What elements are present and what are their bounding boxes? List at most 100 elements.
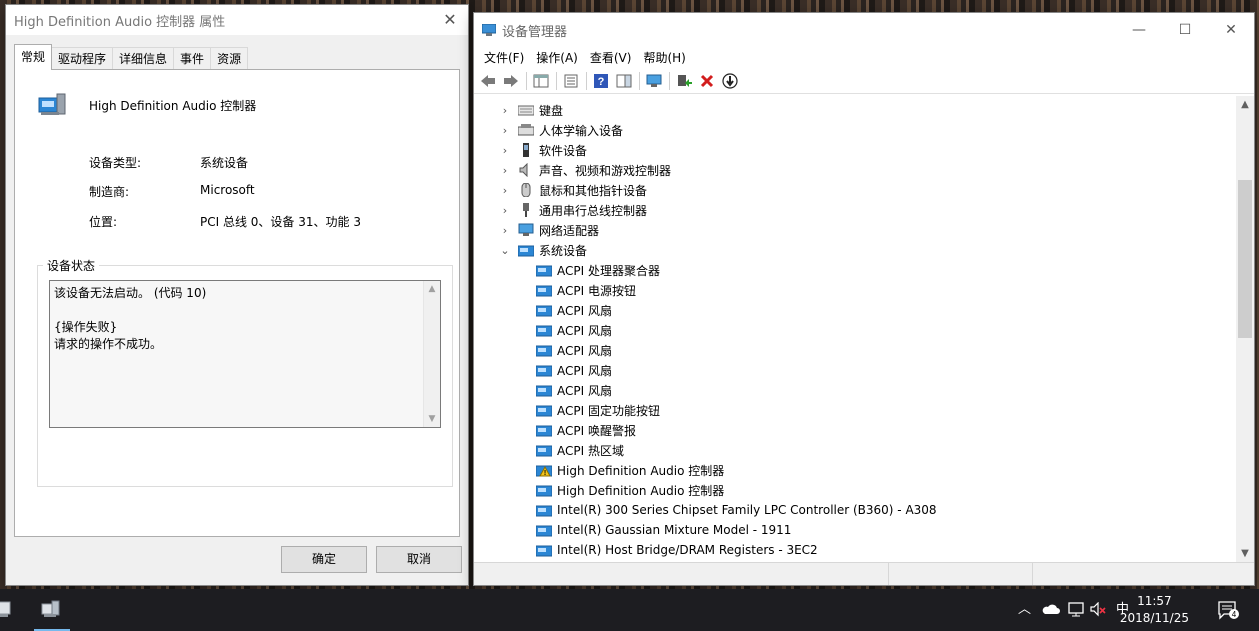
tree-device-item[interactable]: ! High Definition Audio 控制器 <box>535 460 725 480</box>
cancel-button[interactable]: 取消 <box>376 546 462 573</box>
tab-resources[interactable]: 资源 <box>210 47 249 70</box>
tree-device-item[interactable]: ACPI 热区域 <box>535 440 624 460</box>
tree-device-label: ACPI 热区域 <box>557 443 624 458</box>
tree-device-label: ACPI 风扇 <box>557 383 612 398</box>
chevron-right-icon[interactable]: › <box>498 104 512 117</box>
tree-category[interactable]: › 网络适配器 <box>498 220 599 240</box>
forward-arrow-icon[interactable] <box>501 71 521 91</box>
tree-device-label: ACPI 风扇 <box>557 303 612 318</box>
status-scrollbar[interactable]: ▲ ▼ <box>423 281 440 427</box>
menu-view[interactable]: 查看(V) <box>584 48 638 68</box>
keyboard-icon <box>517 103 535 117</box>
device-manager-icon <box>482 24 496 36</box>
disable-device-icon[interactable] <box>720 71 740 91</box>
system-device-icon <box>535 403 553 417</box>
chevron-right-icon[interactable]: › <box>498 184 512 197</box>
tree-device-item[interactable]: ACPI 风扇 <box>535 320 612 340</box>
manager-titlebar[interactable]: 设备管理器 — ☐ ✕ <box>474 13 1254 48</box>
menu-help[interactable]: 帮助(H) <box>637 48 691 68</box>
chevron-right-icon[interactable]: › <box>498 124 512 137</box>
ok-button[interactable]: 确定 <box>281 546 367 573</box>
chevron-right-icon[interactable]: › <box>498 204 512 217</box>
tab-general[interactable]: 常规 <box>14 44 53 70</box>
scan-hardware-icon[interactable] <box>644 71 664 91</box>
back-arrow-icon[interactable] <box>478 71 498 91</box>
tree-device-item[interactable]: ACPI 风扇 <box>535 340 612 360</box>
tree-category-label: 键盘 <box>539 103 564 118</box>
scroll-up-icon[interactable]: ▲ <box>424 281 440 297</box>
system-device-icon <box>535 423 553 437</box>
volume-muted-icon[interactable] <box>1090 602 1108 618</box>
uninstall-device-icon[interactable] <box>697 71 717 91</box>
tree-category-label: 人体学输入设备 <box>539 123 624 138</box>
menu-file[interactable]: 文件(F) <box>478 48 530 68</box>
scroll-up-icon[interactable]: ▲ <box>1236 96 1254 113</box>
tree-device-item[interactable]: ACPI 固定功能按钮 <box>535 400 660 420</box>
chevron-right-icon[interactable]: › <box>498 144 512 157</box>
tree-device-item[interactable]: ACPI 风扇 <box>535 300 612 320</box>
update-driver-icon[interactable] <box>674 71 694 91</box>
tree-device-item[interactable]: ACPI 电源按钮 <box>535 280 636 300</box>
system-device-icon <box>535 363 553 377</box>
tree-device-item[interactable]: Intel(R) Gaussian Mixture Model - 1911 <box>535 520 792 540</box>
device-status-textbox[interactable]: 该设备无法启动。 (代码 10) {操作失败} 请求的操作不成功。 ▲ ▼ <box>49 280 441 428</box>
device-icon[interactable] <box>0 599 16 619</box>
tree-device-item[interactable]: ACPI 风扇 <box>535 360 612 380</box>
tree-category[interactable]: ⌄ 系统设备 <box>498 240 587 260</box>
tab-driver[interactable]: 驱动程序 <box>51 47 114 70</box>
dialog-close-button[interactable]: ✕ <box>440 10 460 30</box>
tree-device-label: High Definition Audio 控制器 <box>557 463 725 478</box>
chevron-right-icon[interactable]: › <box>498 224 512 237</box>
system-device-icon <box>535 303 553 317</box>
onedrive-icon[interactable] <box>1042 602 1060 616</box>
manufacturer-value: Microsoft <box>200 183 255 197</box>
properties-dialog: High Definition Audio 控制器 属性 ✕ 常规 驱动程序 详… <box>6 5 468 585</box>
tree-device-label: ACPI 风扇 <box>557 343 612 358</box>
action-center-icon[interactable]: 4 <box>1218 601 1240 621</box>
tab-details[interactable]: 详细信息 <box>112 47 175 70</box>
show-hide-console-tree-icon[interactable] <box>531 71 551 91</box>
dialog-titlebar[interactable]: High Definition Audio 控制器 属性 ✕ <box>6 5 468 35</box>
tree-scrollbar[interactable]: ▲ ▼ <box>1236 96 1254 562</box>
action-pane-icon[interactable] <box>614 71 634 91</box>
notification-count: 4 <box>1232 610 1237 619</box>
network-icon[interactable] <box>1068 602 1086 618</box>
tree-device-item[interactable]: ACPI 处理器聚合器 <box>535 260 660 280</box>
tree-device-item[interactable]: ACPI 唤醒警报 <box>535 420 636 440</box>
tree-device-item[interactable]: High Definition Audio 控制器 <box>535 480 724 500</box>
tree-device-label: Intel(R) Gaussian Mixture Model - 1911 <box>557 523 792 537</box>
scrollbar-thumb[interactable] <box>1238 180 1252 338</box>
tree-category[interactable]: › 鼠标和其他指针设备 <box>498 180 647 200</box>
system-device-icon <box>535 483 553 497</box>
tree-device-item[interactable]: Intel(R) Host Bridge/DRAM Registers - 3E… <box>535 540 818 560</box>
minimize-button[interactable]: — <box>1116 13 1162 48</box>
tree-device-item[interactable]: Intel(R) 300 Series Chipset Family LPC C… <box>535 500 937 520</box>
tree-category[interactable]: › 键盘 <box>498 100 563 120</box>
chevron-right-icon[interactable]: › <box>498 164 512 177</box>
tree-device-item[interactable]: ACPI 风扇 <box>535 380 612 400</box>
tree-device-label: Intel(R) Host Bridge/DRAM Registers - 3E… <box>557 543 818 557</box>
system-device-icon <box>535 543 553 557</box>
tree-category-label: 通用串行总线控制器 <box>539 203 648 218</box>
svg-text:?: ? <box>598 76 605 88</box>
dialog-tabs: 常规 驱动程序 详细信息 事件 资源 <box>14 44 249 70</box>
usb-icon <box>518 203 534 217</box>
menu-bar: 文件(F) 操作(A) 查看(V) 帮助(H) <box>474 48 1254 68</box>
close-button[interactable]: ✕ <box>1208 13 1254 48</box>
tree-category[interactable]: › 通用串行总线控制器 <box>498 200 647 220</box>
taskbar-clock[interactable]: 11:57 2018/11/25 <box>1120 593 1189 627</box>
menu-action[interactable]: 操作(A) <box>530 48 584 68</box>
chevron-down-icon[interactable]: ⌄ <box>498 244 512 257</box>
maximize-button[interactable]: ☐ <box>1162 13 1208 48</box>
tab-events[interactable]: 事件 <box>173 47 212 70</box>
tree-category[interactable]: › 声音、视频和游戏控制器 <box>498 160 671 180</box>
show-hidden-icons-icon[interactable]: ︿ <box>1018 589 1031 631</box>
tree-category[interactable]: › 人体学输入设备 <box>498 120 623 140</box>
properties-icon[interactable] <box>561 71 581 91</box>
system-device-icon <box>38 93 66 115</box>
tree-category[interactable]: › 软件设备 <box>498 140 587 160</box>
scroll-down-icon[interactable]: ▼ <box>424 411 440 427</box>
scroll-down-icon[interactable]: ▼ <box>1236 545 1254 562</box>
device-manager-taskbar-icon[interactable] <box>40 599 62 619</box>
help-icon[interactable]: ? <box>591 71 611 91</box>
